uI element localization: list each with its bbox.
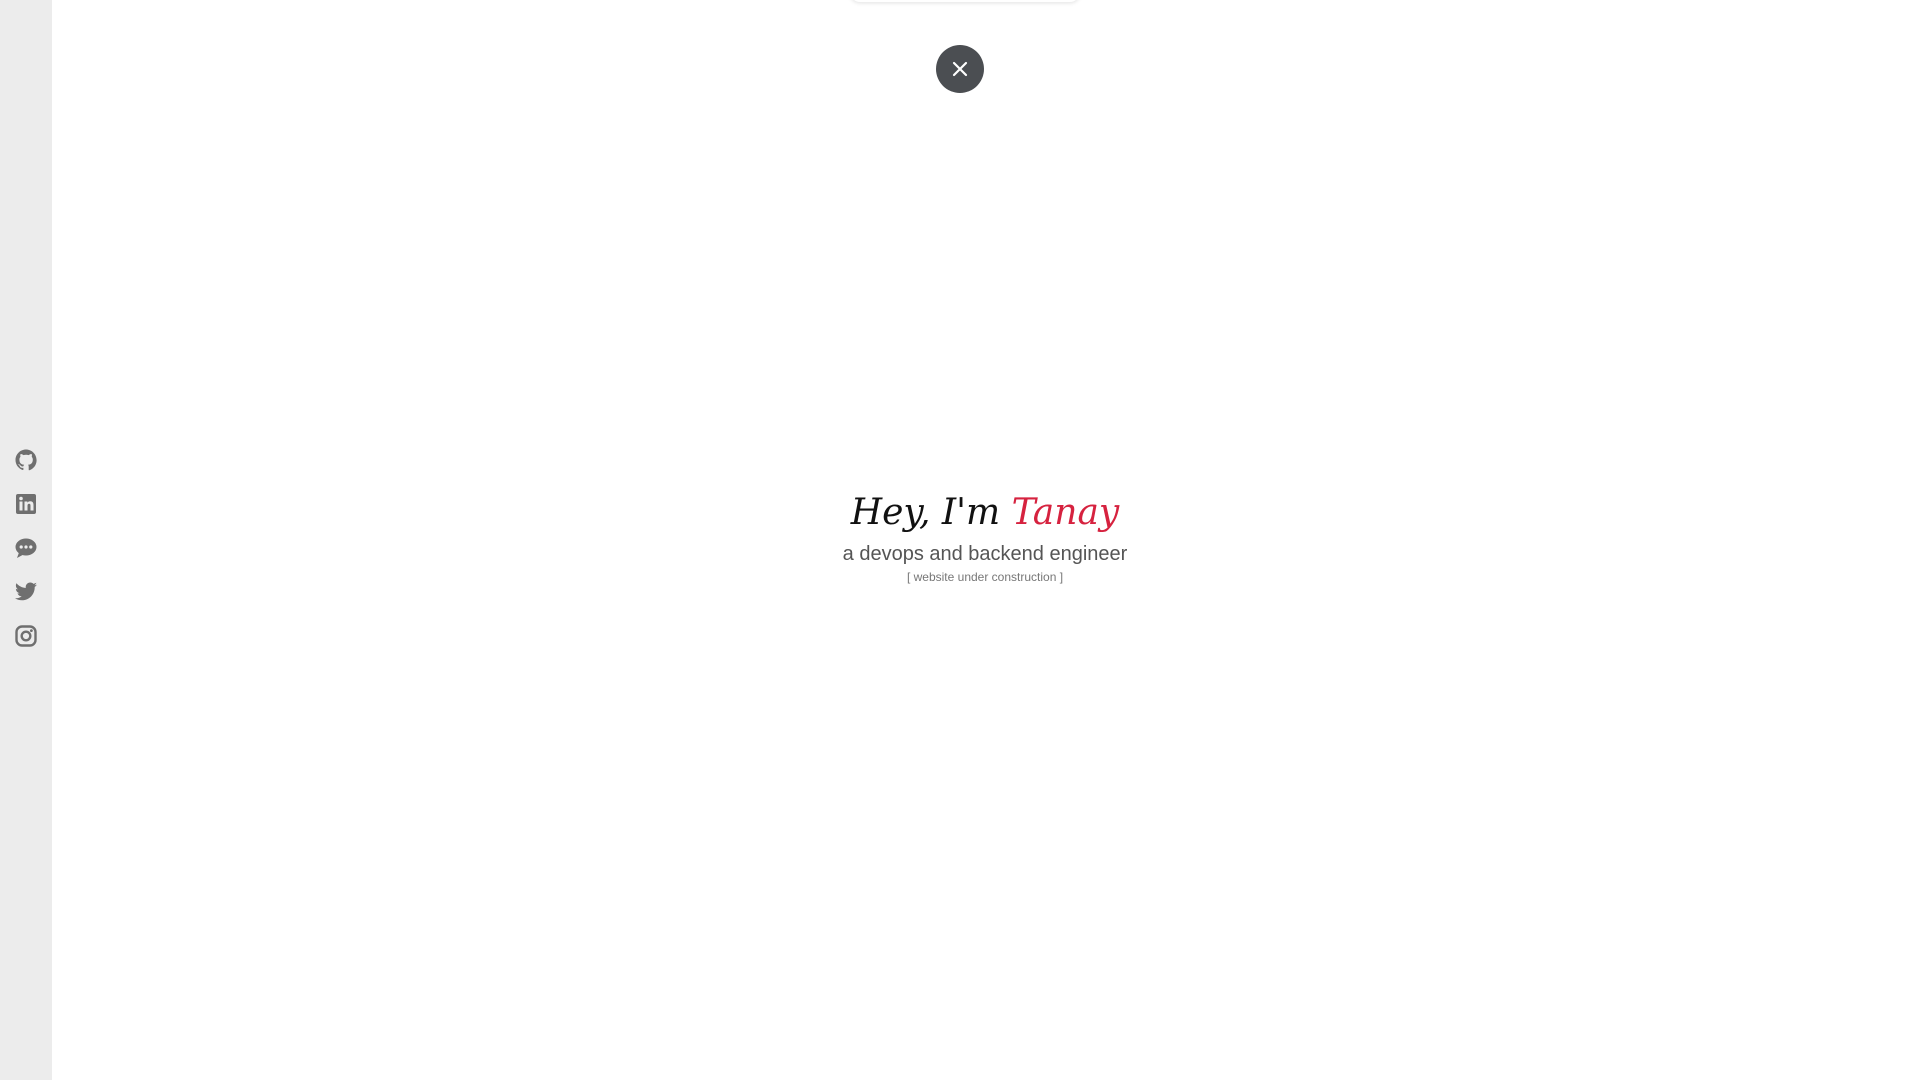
hero: Hey, I'm Tanay a devops and backend engi…: [760, 485, 1210, 585]
instagram-icon: [15, 625, 37, 647]
social-links: [14, 448, 38, 648]
twitter-icon: [15, 582, 37, 601]
instagram-link[interactable]: [14, 624, 38, 648]
linkedin-link[interactable]: [14, 492, 38, 516]
page: Hey, I'm Tanay a devops and backend engi…: [0, 0, 1920, 1080]
name-highlight: Tanay: [1011, 492, 1120, 533]
construction-note: [ website under construction ]: [906, 570, 1064, 584]
close-icon: [952, 61, 968, 77]
github-icon: [15, 449, 37, 471]
chat-icon: [15, 538, 37, 558]
linkedin-icon: [16, 494, 36, 514]
github-link[interactable]: [14, 448, 38, 472]
tagline: a devops and backend engineer: [842, 543, 1128, 565]
social-sidebar: [0, 0, 52, 1080]
twitter-link[interactable]: [14, 580, 38, 604]
close-button[interactable]: [936, 45, 984, 93]
greeting-prefix: Hey, I'm: [850, 492, 1012, 533]
chat-link[interactable]: [14, 536, 38, 560]
top-tab[interactable]: [850, 0, 1080, 2]
greeting-heading: Hey, I'm Tanay: [760, 485, 1210, 541]
